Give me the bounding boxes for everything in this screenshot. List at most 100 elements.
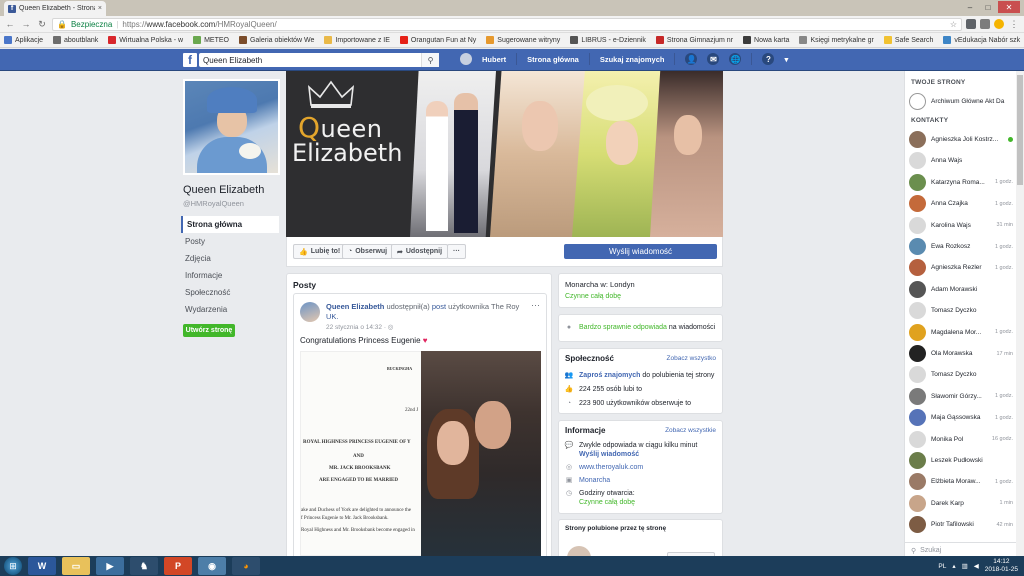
chat-contact[interactable]: Elżbieta Moraw... 1 godz. <box>909 471 1013 492</box>
left-nav-item[interactable]: Strona główna <box>181 216 279 233</box>
bookmark-item[interactable]: vEdukacja Nabór szk <box>943 36 1020 44</box>
post-shared-link[interactable]: post <box>432 302 446 311</box>
website-link[interactable]: www.theroyaluk.com <box>579 464 643 471</box>
explorer-icon[interactable]: ▭ <box>62 557 90 575</box>
user-name-link[interactable]: Hubert <box>482 55 506 64</box>
chat-contact[interactable]: Darek Karp 1 min <box>909 493 1013 514</box>
reload-icon[interactable]: ↻ <box>36 18 48 30</box>
your-page-item[interactable]: Archiwum Główne Akt Da <box>909 91 1013 112</box>
chat-contact[interactable]: Monika Pol 16 godz. <box>909 429 1013 450</box>
bookmark-item[interactable]: Importowane z IE <box>324 36 390 44</box>
profile-picture[interactable] <box>183 79 280 175</box>
send-message-button[interactable]: Wyślij wiadomość <box>564 244 717 259</box>
post-author-link[interactable]: Queen Elizabeth <box>326 302 384 311</box>
bookmark-item[interactable]: Safe Search <box>883 36 933 44</box>
chat-contact[interactable]: Magdalena Mor... 1 godz. <box>909 322 1013 343</box>
community-see-all-link[interactable]: Zobacz wszystko <box>667 355 717 362</box>
search-icon[interactable]: ⚲ <box>421 53 439 67</box>
browser-tab[interactable]: f Queen Elizabeth - Strona × <box>4 1 106 16</box>
post-image-letter[interactable]: BUCKINGHA 22nd J ROYAL HIGHNESS PRINCESS… <box>300 351 426 556</box>
chat-contact[interactable]: Tomasz Dyczko <box>909 364 1013 385</box>
post-options-icon[interactable]: ··· <box>531 300 540 310</box>
page-scrollbar[interactable] <box>1016 71 1024 558</box>
left-nav-item[interactable]: Zdjęcia <box>181 250 279 267</box>
menu-icon[interactable]: ⋮ <box>1008 18 1020 30</box>
chat-contact[interactable]: Adam Morawski <box>909 279 1013 300</box>
chat-contact[interactable]: Ola Morawska 17 min <box>909 343 1013 364</box>
language-indicator[interactable]: PL <box>938 563 946 570</box>
create-page-button[interactable]: Utwórz stronę <box>183 324 235 337</box>
send-message-link[interactable]: Wyślij wiadomość <box>579 451 639 458</box>
extension-icon[interactable] <box>994 19 1004 29</box>
friend-requests-icon[interactable]: 👤 <box>685 53 698 65</box>
bookmark-item[interactable]: Aplikacje <box>4 36 43 44</box>
start-button[interactable]: ⊞ <box>4 557 22 575</box>
volume-icon[interactable]: ◀ <box>974 562 979 570</box>
help-icon[interactable]: ? <box>762 53 775 65</box>
more-button[interactable]: ··· <box>447 244 466 259</box>
window-close-icon[interactable]: ✕ <box>998 1 1020 13</box>
chat-contact[interactable]: Tomasz Dyczko <box>909 300 1013 321</box>
tab-close-icon[interactable]: × <box>98 5 102 12</box>
extension-icon[interactable] <box>980 19 990 29</box>
chat-contact[interactable]: Leszek Pudłowski <box>909 450 1013 471</box>
info-see-all-link[interactable]: Zobacz wszystkie <box>665 427 716 434</box>
post-author-avatar[interactable] <box>300 302 320 322</box>
share-button[interactable]: ➦ Udostępnij <box>391 244 449 259</box>
post-shared-line2[interactable]: UK. <box>326 312 339 321</box>
powerpoint-icon[interactable]: P <box>164 557 192 575</box>
page-title[interactable]: Queen Elizabeth <box>183 184 264 196</box>
bookmark-star-icon[interactable]: ☆ <box>950 20 957 29</box>
bookmark-item[interactable]: Strona Gimnazjum nr <box>655 36 733 44</box>
post-date[interactable]: 22 stycznia o 14:32 · ◎ <box>326 323 393 331</box>
bookmark-item[interactable]: Wirtualna Polska - w <box>108 36 183 44</box>
chat-contact[interactable]: Agnieszka Rezler 1 godz. <box>909 257 1013 278</box>
game-icon[interactable]: ♞ <box>130 557 158 575</box>
media-player-icon[interactable]: ▶ <box>96 557 124 575</box>
bookmark-item[interactable]: Sugerowane witryny <box>486 36 560 44</box>
cover-photo[interactable]: Queen Elizabeth <box>286 71 723 237</box>
facebook-logo-icon[interactable]: f <box>183 53 197 67</box>
find-friends-link[interactable]: Szukaj znajomych <box>600 55 665 64</box>
bookmark-item[interactable]: LIBRUS - e-Dziennik <box>570 36 646 44</box>
word-icon[interactable]: W <box>28 557 56 575</box>
chat-contact[interactable]: Maja Gąssowska 1 godz. <box>909 407 1013 428</box>
bookmark-item[interactable]: aboutblank <box>53 36 98 44</box>
chat-contact[interactable]: Ewa Rozkosz 1 godz. <box>909 236 1013 257</box>
left-nav-item[interactable]: Informacje <box>181 267 279 284</box>
follow-button[interactable]: ◔ Obserwuj <box>342 244 394 259</box>
home-link[interactable]: Strona główna <box>527 55 579 64</box>
bookmark-item[interactable]: Orangutan Fun at Ny <box>399 36 476 44</box>
chat-contact[interactable]: Anna Wajs <box>909 150 1013 171</box>
messages-icon[interactable]: ✉ <box>707 53 720 65</box>
chrome-icon[interactable]: ◉ <box>198 557 226 575</box>
left-nav-item[interactable]: Posty <box>181 233 279 250</box>
url-input[interactable]: 🔒 Bezpieczna | https://www.facebook.com/… <box>52 17 962 31</box>
bookmark-item[interactable]: Księgi metrykalne gr <box>799 36 874 44</box>
chat-contact[interactable]: Katarzyna Roma... 1 godz. <box>909 172 1013 193</box>
search-input[interactable]: Queen Elizabeth ⚲ <box>199 53 439 67</box>
chat-contact[interactable]: Karolina Wajs 31 min <box>909 215 1013 236</box>
account-menu-icon[interactable]: ▾ <box>784 55 788 64</box>
like-button[interactable]: 👍 Lubię to! <box>293 244 347 259</box>
chat-contact[interactable]: Agnieszka Joli Kostrz... <box>909 129 1013 150</box>
bookmark-item[interactable]: Galeria obiektów We <box>238 36 314 44</box>
firefox-icon[interactable]: ◕ <box>232 557 260 575</box>
chat-contact[interactable]: Piotr Tafilowski 42 min <box>909 514 1013 535</box>
tray-arrow-icon[interactable]: ▴ <box>952 562 955 570</box>
minimize-icon[interactable]: – <box>962 1 978 13</box>
forward-icon[interactable]: → <box>20 18 32 30</box>
chat-contact[interactable]: Anna Czajka 1 godz. <box>909 193 1013 214</box>
back-icon[interactable]: ← <box>4 18 16 30</box>
bookmark-item[interactable]: METEO <box>193 36 229 44</box>
notifications-icon[interactable]: 🌐 <box>729 53 742 65</box>
chat-contact[interactable]: Sławomir Górzy... 1 godz. <box>909 386 1013 407</box>
network-icon[interactable]: ▥ <box>962 562 968 570</box>
maximize-icon[interactable]: □ <box>980 1 996 13</box>
scrollbar-thumb[interactable] <box>1017 75 1023 185</box>
invite-friends-link[interactable]: Zaproś znajomych <box>579 372 640 379</box>
post-image-photo[interactable] <box>421 351 541 556</box>
bookmark-item[interactable]: Nowa karta <box>743 36 789 44</box>
category-link[interactable]: Monarcha <box>579 477 610 484</box>
clock[interactable]: 14:12 2018-01-25 <box>985 558 1018 574</box>
